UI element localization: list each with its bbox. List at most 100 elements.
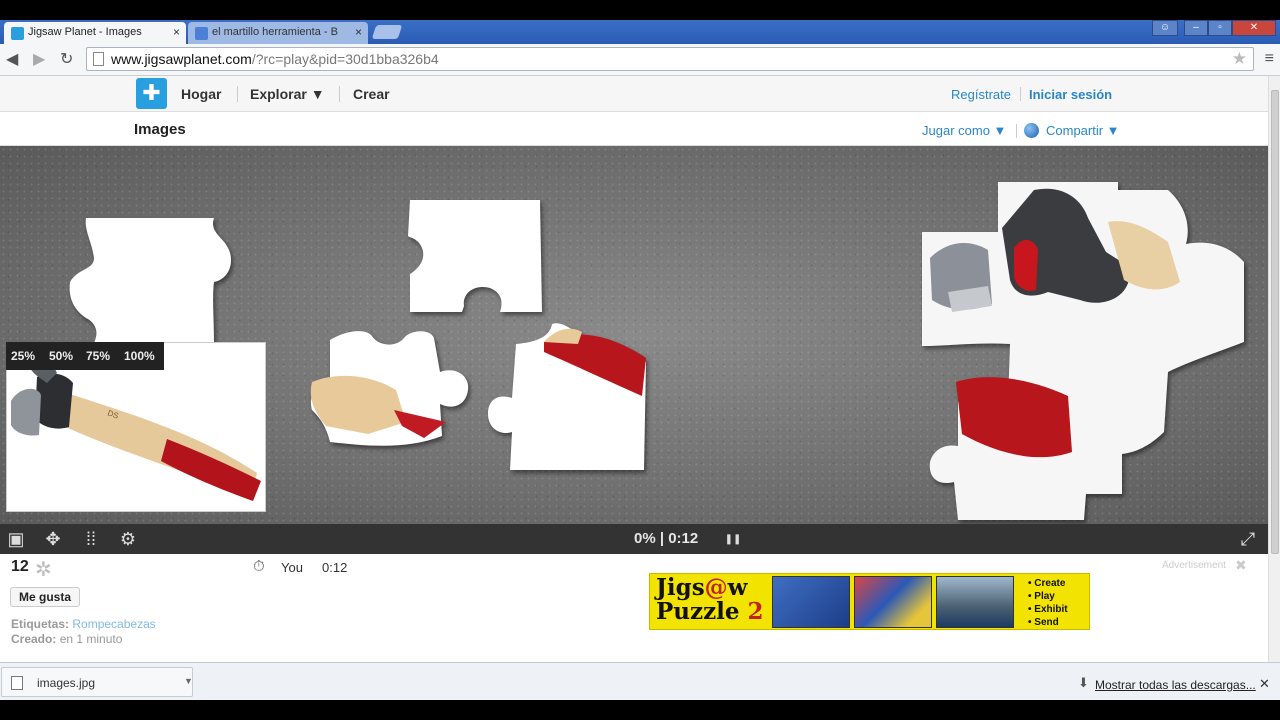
ad-brand-at: @	[704, 574, 728, 601]
chevron-down-icon[interactable]: ▼	[184, 676, 193, 686]
ghost-image-icon[interactable]: ✥	[42, 528, 64, 550]
ad-feature-list: Create Play Exhibit Send	[1028, 577, 1068, 629]
like-button[interactable]: Me gusta	[10, 587, 81, 607]
divider	[339, 86, 340, 102]
puzzle-piece-cluster[interactable]	[918, 182, 1248, 522]
pause-icon[interactable]: ❚❚	[722, 529, 744, 551]
page-title: Images	[134, 121, 186, 138]
nav-create[interactable]: Crear	[353, 86, 390, 102]
forward-icon[interactable]: ▶	[33, 49, 45, 69]
puzzle-controlbar: ▣ ✥ ⁞⁞ ⚙ 0% | 0:12 ❚❚ ⤢	[0, 524, 1268, 554]
tab-title: el martillo herramienta - B	[212, 26, 338, 38]
url-path: /?rc=play&pid=30d1bba326b4	[251, 51, 439, 67]
tab-google-search[interactable]: el martillo herramienta - B ×	[188, 22, 368, 44]
url-host: www.jigsawplanet.com	[111, 51, 252, 67]
progress-timer: 0% | 0:12	[634, 530, 699, 547]
advertisement-banner[interactable]: Jigs@w Puzzle 2 Create Play Exhibit Send	[649, 573, 1090, 630]
restore-icon[interactable]: ▫	[1208, 20, 1232, 36]
grid-icon[interactable]: ⁞⁞	[80, 528, 102, 550]
piece-count: 12	[11, 558, 29, 575]
tab-title: Jigsaw Planet - Images	[28, 26, 142, 38]
close-window-icon[interactable]: ✕	[1232, 20, 1276, 36]
ad-screenshot	[772, 576, 850, 628]
created-line: Creado: en 1 minuto	[11, 632, 122, 646]
jigsaw-favicon-icon	[11, 27, 24, 40]
created-value: en 1 minuto	[59, 632, 123, 646]
close-shelf-icon[interactable]: ✕	[1259, 676, 1270, 692]
new-tab-button[interactable]	[371, 25, 403, 39]
ad-brand-text: Jigs	[656, 574, 705, 601]
screen: Jigsaw Planet - Images × el martillo her…	[0, 0, 1280, 720]
browser-toolbar: ◀ ▶ ↻ www.jigsawplanet.com/?rc=play&pid=…	[0, 44, 1280, 76]
zoom-25-button[interactable]: 25%	[11, 349, 35, 363]
user-icon[interactable]: ☺	[1152, 20, 1178, 36]
download-shelf: images.jpg ▼ ⬇ Mostrar todas las descarg…	[0, 662, 1280, 700]
nav-home[interactable]: Hogar	[181, 86, 221, 102]
ad-feature: Play	[1028, 590, 1068, 603]
piece-gear-icon: ✲	[35, 559, 52, 581]
zoom-75-button[interactable]: 75%	[86, 349, 110, 363]
player-time: 0:12	[322, 560, 348, 575]
ad-screenshot	[936, 576, 1014, 628]
nav-explore[interactable]: Explorar ▼	[250, 86, 325, 102]
download-filename: images.jpg	[37, 676, 96, 690]
puzzle-piece[interactable]	[486, 322, 648, 472]
ad-brand-text: Puzzle	[656, 598, 748, 625]
divider	[237, 86, 238, 102]
tab-jigsaw-planet[interactable]: Jigsaw Planet - Images ×	[4, 22, 186, 44]
show-all-downloads-link[interactable]: Mostrar todas las descargas...	[1095, 678, 1256, 692]
puzzle-piece[interactable]	[64, 218, 236, 343]
puzzle-board[interactable]: DS 25% 50% 75% 100%	[0, 146, 1268, 524]
settings-gear-icon[interactable]: ⚙	[117, 528, 139, 550]
ad-feature: Exhibit	[1028, 603, 1067, 616]
bookmark-star-icon[interactable]: ★	[1232, 49, 1247, 69]
page-icon	[93, 52, 104, 66]
player-name: You	[281, 560, 303, 575]
ad-label: Advertisement	[1162, 560, 1226, 571]
divider	[1016, 124, 1017, 138]
created-label: Creado:	[11, 632, 57, 646]
menu-icon[interactable]: ≡	[1265, 50, 1274, 68]
stopwatch-icon: ⏱	[253, 558, 265, 575]
puzzle-piece[interactable]	[404, 196, 546, 316]
globe-icon	[1024, 123, 1039, 138]
puzzle-titlebar: Images Jugar como ▼ Compartir ▼	[0, 112, 1268, 146]
ad-screenshot	[854, 576, 932, 628]
register-link[interactable]: Regístrate	[951, 87, 1011, 102]
site-navbar: ✚ Hogar Explorar ▼ Crear Regístrate Inic…	[0, 76, 1268, 112]
file-icon	[11, 676, 23, 690]
address-bar[interactable]: www.jigsawplanet.com/?rc=play&pid=30d1bb…	[86, 47, 1254, 71]
ad-brand: Jigs@w Puzzle 2	[656, 576, 764, 624]
ad-brand-number: 2	[747, 598, 764, 625]
tab-strip: Jigsaw Planet - Images × el martillo her…	[0, 20, 1280, 44]
play-as-dropdown[interactable]: Jugar como ▼	[922, 123, 1006, 138]
zoom-options: 25% 50% 75% 100%	[6, 342, 164, 370]
close-tab-icon[interactable]: ×	[355, 25, 362, 39]
tags-line: Etiquetas: Rompecabezas	[11, 617, 156, 631]
close-tab-icon[interactable]: ×	[173, 25, 180, 39]
puzzle-piece[interactable]	[306, 326, 474, 456]
page-content: ✚ Hogar Explorar ▼ Crear Regístrate Inic…	[0, 76, 1268, 662]
ad-close-icon[interactable]: ✖	[1235, 557, 1247, 574]
download-arrow-icon: ⬇	[1078, 675, 1089, 690]
tag-link[interactable]: Rompecabezas	[72, 617, 155, 631]
google-favicon-icon	[195, 27, 208, 40]
page-scrollbar[interactable]	[1268, 76, 1280, 662]
download-item[interactable]: images.jpg ▼	[1, 667, 193, 697]
login-link[interactable]: Iniciar sesión	[1029, 87, 1112, 102]
back-icon[interactable]: ◀	[6, 49, 18, 69]
minimize-icon[interactable]: –	[1184, 20, 1208, 36]
zoom-100-button[interactable]: 100%	[124, 349, 155, 363]
reload-icon[interactable]: ↻	[60, 49, 73, 69]
ad-brand-text: w	[727, 574, 748, 601]
fullscreen-icon[interactable]: ⤢	[1237, 528, 1259, 550]
jigsaw-logo-icon[interactable]: ✚	[136, 78, 167, 109]
scrollbar-thumb[interactable]	[1271, 90, 1279, 554]
ad-feature: Create	[1028, 577, 1068, 590]
divider	[1020, 87, 1021, 101]
image-preview-icon[interactable]: ▣	[5, 528, 27, 550]
zoom-50-button[interactable]: 50%	[49, 349, 73, 363]
ad-feature: Send	[1028, 616, 1068, 629]
share-dropdown[interactable]: Compartir ▼	[1046, 123, 1120, 138]
puzzle-info: 12 ✲ ⏱ You 0:12 Me gusta Etiquetas: Romp…	[0, 554, 1268, 662]
